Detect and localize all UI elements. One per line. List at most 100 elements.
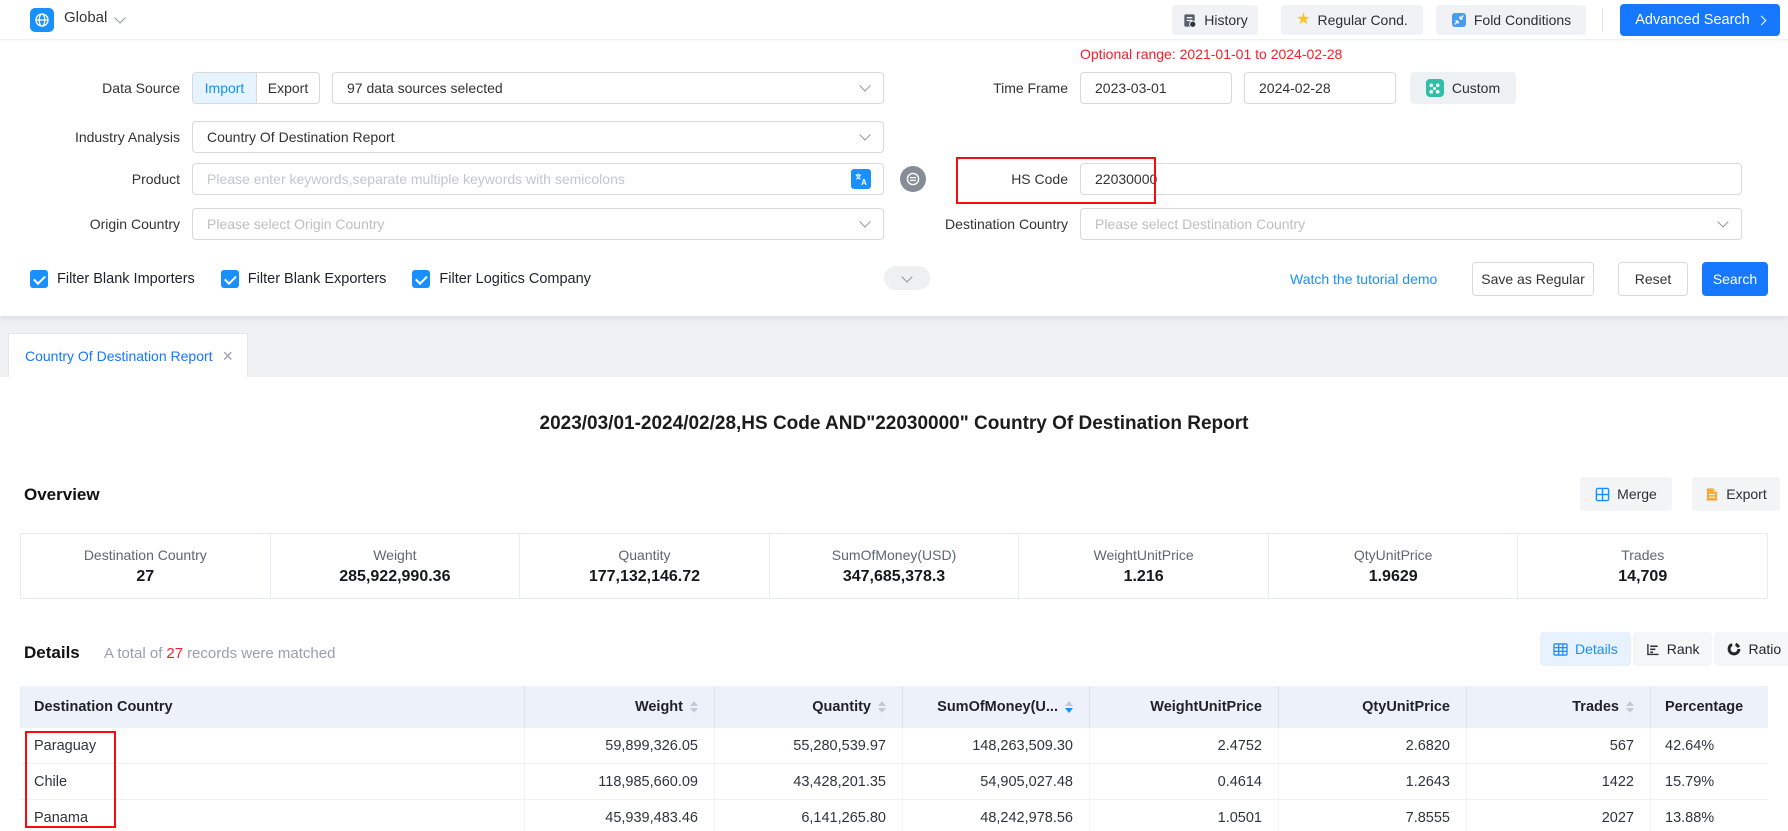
filter-logitics-company-checkbox[interactable]: Filter Logitics Company [412, 270, 591, 288]
bar-chart-icon [1646, 643, 1660, 656]
table-row[interactable]: Paraguay 59,899,326.05 55,280,539.97 148… [20, 728, 1768, 764]
stat-value: 1.9629 [1369, 568, 1418, 586]
cell-qty-unit-price: 1.2643 [1279, 764, 1467, 799]
filter-checkbox-row: Filter Blank Importers Filter Blank Expo… [30, 270, 591, 288]
import-tab[interactable]: Import [193, 73, 256, 103]
stat-label: WeightUnitPrice [1094, 547, 1194, 563]
close-icon[interactable]: × [222, 347, 233, 365]
col-header-destination-country: Destination Country [20, 686, 525, 728]
destination-country-label: Destination Country [890, 208, 1068, 240]
destination-country-select[interactable]: Please select Destination Country [1080, 208, 1742, 240]
cell-trades: 567 [1467, 728, 1651, 763]
hs-code-label: HS Code [890, 163, 1068, 195]
details-table: Destination Country Weight Quantity SumO… [20, 686, 1768, 831]
custom-button[interactable]: Custom [1410, 72, 1516, 104]
regular-cond-label: Regular Cond. [1318, 12, 1408, 28]
stat-label: QtyUnitPrice [1354, 547, 1433, 563]
stat-label: SumOfMoney(USD) [832, 547, 956, 563]
stat-value: 177,132,146.72 [589, 568, 700, 586]
cell-quantity: 55,280,539.97 [715, 728, 903, 763]
collapse-form-button[interactable] [884, 266, 930, 290]
stat-value: 285,922,990.36 [339, 568, 450, 586]
industry-analysis-value: Country Of Destination Report [207, 129, 395, 145]
stat-value: 1.216 [1124, 568, 1164, 586]
match-summary: A total of27records were matched [104, 645, 335, 662]
cell-sum-of-money: 148,263,509.30 [903, 728, 1090, 763]
chevron-down-icon[interactable] [114, 12, 125, 23]
table-row[interactable]: Chile 118,985,660.09 43,428,201.35 54,90… [20, 764, 1768, 800]
export-button[interactable]: Export [1692, 477, 1780, 511]
hs-code-input[interactable] [1080, 163, 1742, 195]
fold-collapse-icon [1451, 12, 1467, 28]
export-label: Export [1726, 486, 1766, 502]
merge-button[interactable]: Merge [1580, 477, 1672, 511]
cell-qty-unit-price: 7.8555 [1279, 800, 1467, 831]
cell-quantity: 43,428,201.35 [715, 764, 903, 799]
industry-analysis-select[interactable]: Country Of Destination Report [192, 121, 884, 153]
industry-analysis-label: Industry Analysis [0, 121, 180, 153]
col-header-qty-unit-price: QtyUnitPrice [1279, 686, 1467, 728]
match-suffix: records were matched [187, 645, 335, 662]
date-start-input[interactable] [1080, 72, 1232, 104]
filter-blank-importers-label: Filter Blank Importers [57, 271, 195, 287]
table-row[interactable]: Panama 45,939,483.46 6,141,265.80 48,242… [20, 800, 1768, 831]
origin-country-select[interactable]: Please select Origin Country [192, 208, 884, 240]
stat-quantity: Quantity 177,132,146.72 [519, 534, 769, 598]
product-label: Product [0, 163, 180, 195]
view-rank-button[interactable]: Rank [1633, 632, 1713, 666]
sort-icon-active-desc[interactable] [1065, 701, 1073, 713]
save-as-regular-button[interactable]: Save as Regular [1472, 262, 1594, 296]
col-header-quantity[interactable]: Quantity [715, 686, 903, 728]
view-details-button[interactable]: Details [1540, 632, 1631, 666]
export-tab[interactable]: Export [256, 73, 319, 103]
reset-button[interactable]: Reset [1618, 262, 1688, 296]
stat-qty-unit-price: QtyUnitPrice 1.9629 [1268, 534, 1518, 598]
hs-code-field[interactable] [1093, 170, 1729, 188]
cell-weight: 45,939,483.46 [525, 800, 715, 831]
translate-icon[interactable]: A [851, 169, 871, 189]
product-input[interactable]: A [192, 163, 884, 195]
fold-conditions-button[interactable]: Fold Conditions [1436, 5, 1586, 35]
cell-trades: 1422 [1467, 764, 1651, 799]
sort-icon[interactable] [1626, 701, 1634, 713]
date-end-input[interactable] [1244, 72, 1396, 104]
chevron-down-icon [859, 129, 870, 140]
cell-weight: 118,985,660.09 [525, 764, 715, 799]
custom-label: Custom [1452, 80, 1500, 96]
col-header-percentage: Percentage [1651, 686, 1768, 728]
history-button[interactable]: History [1172, 5, 1258, 35]
region-selector[interactable] [30, 8, 54, 32]
stat-label: Destination Country [84, 547, 207, 563]
data-source-toggle: Import Export [192, 72, 320, 104]
view-details-label: Details [1575, 641, 1618, 657]
advanced-search-button[interactable]: Advanced Search [1620, 4, 1780, 36]
filter-blank-importers-checkbox[interactable]: Filter Blank Importers [30, 270, 195, 288]
col-header-weight[interactable]: Weight [525, 686, 715, 728]
chevron-right-icon [1756, 15, 1766, 25]
sort-icon[interactable] [690, 701, 698, 713]
view-rank-label: Rank [1667, 641, 1700, 657]
data-source-label: Data Source [0, 72, 180, 104]
view-ratio-button[interactable]: Ratio [1714, 632, 1788, 666]
top-bar: Global History ★ Regular Cond. Fold Cond… [0, 0, 1788, 40]
merge-icon [1595, 487, 1610, 502]
col-header-sum-of-money[interactable]: SumOfMoney(U... [903, 686, 1090, 728]
sort-icon[interactable] [878, 701, 886, 713]
data-sources-select[interactable]: 97 data sources selected [332, 72, 884, 104]
region-label[interactable]: Global [64, 9, 107, 26]
filter-blank-exporters-label: Filter Blank Exporters [248, 271, 387, 287]
tutorial-link[interactable]: Watch the tutorial demo [1290, 268, 1437, 290]
stat-weight-unit-price: WeightUnitPrice 1.216 [1018, 534, 1268, 598]
search-button[interactable]: Search [1702, 262, 1768, 296]
tab-country-of-destination-report[interactable]: Country Of Destination Report × [8, 333, 248, 377]
regular-cond-button[interactable]: ★ Regular Cond. [1281, 5, 1423, 35]
col-header-trades[interactable]: Trades [1467, 686, 1651, 728]
stat-trades: Trades 14,709 [1517, 534, 1767, 598]
tab-strip: Country Of Destination Report × [0, 316, 1788, 377]
product-field[interactable] [205, 170, 851, 188]
cell-country: Chile [20, 764, 525, 799]
time-frame-label: Time Frame [890, 72, 1068, 104]
filter-blank-exporters-checkbox[interactable]: Filter Blank Exporters [221, 270, 387, 288]
checkbox-checked-icon [412, 270, 430, 288]
optional-range-text: Optional range: 2021-01-01 to 2024-02-28 [1080, 46, 1342, 62]
